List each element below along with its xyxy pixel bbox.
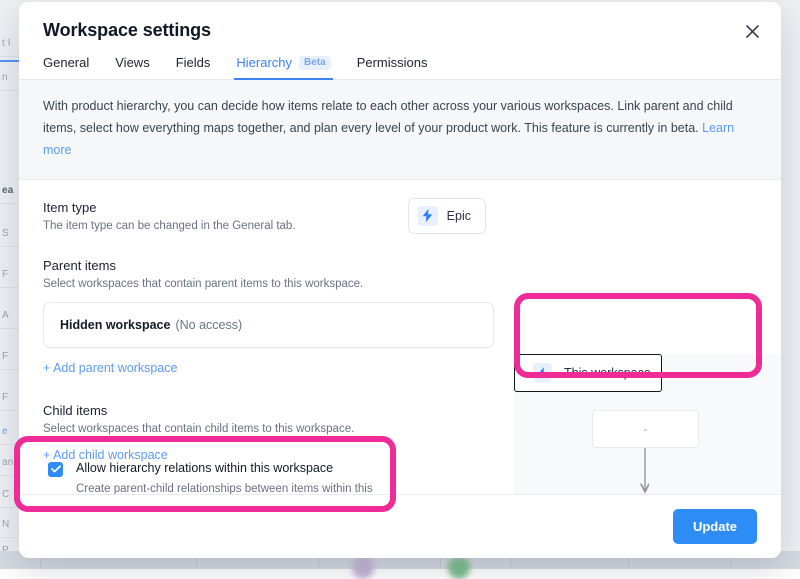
page-title: Workspace settings: [43, 20, 757, 41]
close-icon[interactable]: [739, 18, 765, 44]
backdrop-text: e: [2, 426, 8, 437]
settings-tabs: General Views Fields Hierarchy Beta Permissio…: [19, 55, 781, 80]
backdrop-text: an: [2, 457, 14, 468]
backdrop-text: n: [2, 72, 8, 83]
modal-header: Workspace settings: [19, 2, 781, 41]
backdrop-text: F: [2, 351, 8, 362]
allow-hierarchy-label: Allow hierarchy relations within this wo…: [76, 461, 333, 475]
item-type-chip[interactable]: Epic: [408, 198, 486, 234]
backdrop-text: F: [2, 392, 8, 403]
avatar: [352, 557, 374, 579]
tab-beta-badge: Beta: [299, 56, 331, 70]
allow-hierarchy-checkbox[interactable]: [48, 462, 63, 477]
parent-items-subtitle: Select workspaces that contain parent it…: [43, 278, 514, 290]
tab-views[interactable]: Views: [115, 55, 149, 79]
tab-general[interactable]: General: [43, 55, 89, 79]
backdrop-text: C: [2, 489, 9, 500]
tab-label: Permissions: [357, 55, 428, 70]
backdrop-text: N: [2, 519, 9, 530]
lightning-bolt-icon: [418, 206, 438, 226]
backdrop-text: t l: [2, 38, 10, 49]
backdrop-text: A: [2, 310, 9, 321]
item-type-chip-label: Epic: [447, 209, 471, 223]
tab-label: Views: [115, 55, 149, 70]
item-type-section: Item type The item type can be changed i…: [43, 200, 514, 232]
diagram-parent-node: -: [592, 410, 699, 448]
parent-items-title: Parent items: [43, 258, 514, 273]
child-items-subtitle: Select workspaces that contain child ite…: [43, 423, 514, 435]
parent-workspace-name: Hidden workspace: [60, 318, 170, 332]
add-child-workspace-link[interactable]: + Add child workspace: [43, 448, 168, 462]
backdrop-text: F: [2, 269, 8, 280]
diagram-parent-node-label: -: [644, 422, 648, 436]
item-type-subtitle: The item type can be changed in the Gene…: [43, 220, 296, 232]
settings-left-column: Item type The item type can be changed i…: [19, 180, 514, 464]
add-parent-workspace-link[interactable]: + Add parent workspace: [43, 361, 177, 375]
tab-hierarchy[interactable]: Hierarchy Beta: [236, 55, 330, 79]
item-type-title: Item type: [43, 200, 296, 215]
modal-body: Item type The item type can be changed i…: [19, 180, 781, 516]
child-items-section: Child items Select workspaces that conta…: [43, 403, 514, 464]
parent-workspace-access-note: (No access): [175, 318, 242, 332]
child-items-title: Child items: [43, 403, 514, 418]
parent-workspace-row[interactable]: Hidden workspace (No access): [43, 302, 494, 348]
tab-permissions[interactable]: Permissions: [357, 55, 428, 79]
workspace-settings-modal: Workspace settings General Views Fields Hie…: [19, 2, 781, 558]
backdrop-text: S: [2, 228, 9, 239]
hierarchy-intro-banner: With product hierarchy, you can decide h…: [19, 80, 781, 180]
tab-label: Hierarchy: [236, 55, 292, 70]
modal-footer: Update: [19, 494, 781, 558]
tab-label: Fields: [176, 55, 211, 70]
parent-items-section: Parent items Select workspaces that cont…: [43, 258, 514, 377]
avatar: [448, 557, 470, 579]
tab-label: General: [43, 55, 89, 70]
intro-text: With product hierarchy, you can decide h…: [43, 99, 733, 135]
backdrop-text: ea: [2, 185, 14, 196]
tab-fields[interactable]: Fields: [176, 55, 211, 79]
update-button[interactable]: Update: [673, 509, 757, 544]
